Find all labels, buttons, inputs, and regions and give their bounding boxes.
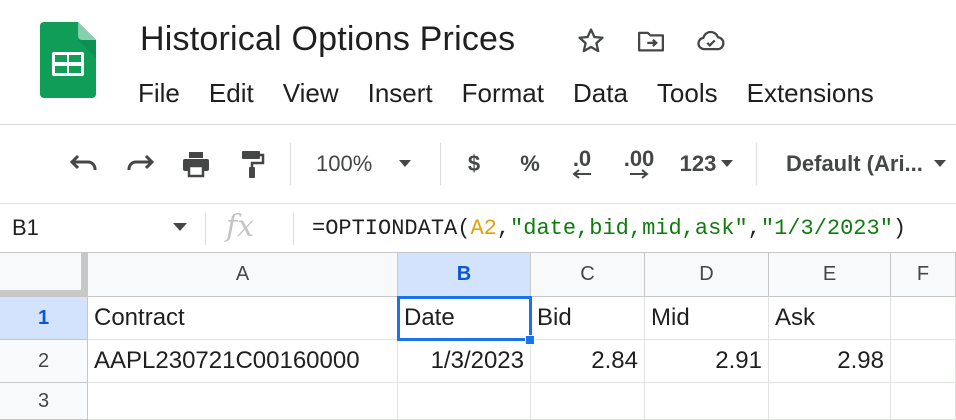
decrease-decimal-label: .0 — [572, 146, 592, 171]
row-header-2[interactable]: 2 — [0, 340, 88, 383]
increase-decimal-button[interactable]: .00 — [616, 145, 662, 183]
fx-icon: fx — [226, 209, 255, 244]
fill-handle[interactable] — [525, 335, 535, 345]
name-box[interactable]: B1 — [12, 215, 39, 241]
toolbar-divider — [290, 143, 291, 185]
font-family-value: Default (Ari... — [786, 151, 923, 176]
chevron-down-icon — [399, 160, 412, 167]
menu-edit[interactable]: Edit — [209, 76, 254, 111]
formula-cell-ref: A2 — [470, 216, 497, 241]
document-title[interactable]: Historical Options Prices — [140, 20, 515, 59]
cell-b3[interactable] — [398, 383, 531, 420]
sheets-logo-icon[interactable] — [40, 22, 96, 98]
formula-bar: B1 fx =OPTIONDATA(A2,"date,bid,mid,ask",… — [0, 203, 956, 253]
toolbar: 100% $ % .0 .00 123 Default (Ari... — [0, 125, 956, 203]
column-header-f[interactable]: F — [891, 253, 956, 297]
formula-bar-divider — [293, 213, 294, 245]
cell-f2[interactable] — [891, 340, 956, 383]
cell-c2[interactable]: 2.84 — [531, 340, 645, 383]
redo-icon[interactable] — [118, 145, 162, 183]
menu-insert[interactable]: Insert — [368, 76, 433, 111]
spreadsheet-grid: A B C D E F 1 2 3 Contract Date Bid Mid … — [0, 253, 956, 420]
chevron-down-icon[interactable] — [172, 222, 188, 232]
menu-data[interactable]: Data — [573, 76, 628, 111]
cell-c1[interactable]: Bid — [531, 297, 645, 340]
font-family-select[interactable]: Default (Ari... — [786, 145, 956, 183]
cell-a3[interactable] — [88, 383, 398, 420]
cell-f1[interactable] — [891, 297, 956, 340]
move-to-folder-icon[interactable] — [634, 24, 668, 58]
menu-view[interactable]: View — [283, 76, 339, 111]
column-header-b[interactable]: B — [398, 253, 531, 297]
cloud-saved-icon[interactable] — [694, 24, 728, 58]
cell-b1[interactable]: Date — [398, 297, 531, 340]
formula-suffix: ) — [892, 216, 907, 241]
star-icon[interactable] — [574, 24, 608, 58]
menu-file[interactable]: File — [138, 76, 180, 111]
row-header-1[interactable]: 1 — [0, 297, 88, 340]
formula-input[interactable]: =OPTIONDATA(A2,"date,bid,mid,ask","1/3/2… — [312, 216, 906, 241]
more-formats-button[interactable]: 123 — [674, 145, 740, 183]
menu-tools[interactable]: Tools — [657, 76, 718, 111]
column-header-a[interactable]: A — [88, 253, 398, 297]
more-formats-label: 123 — [679, 151, 717, 176]
currency-format-button[interactable]: $ — [458, 145, 490, 183]
toolbar-divider — [440, 143, 441, 185]
cell-f3[interactable] — [891, 383, 956, 420]
cell-e2[interactable]: 2.98 — [769, 340, 891, 383]
cell-b2[interactable]: 1/3/2023 — [398, 340, 531, 383]
column-header-e[interactable]: E — [769, 253, 891, 297]
column-header-d[interactable]: D — [645, 253, 769, 297]
cell-d3[interactable] — [645, 383, 769, 420]
chevron-down-icon — [721, 160, 734, 167]
cell-d2[interactable]: 2.91 — [645, 340, 769, 383]
header: Historical Options Prices File Edit View… — [0, 0, 956, 124]
formula-date-string: "1/3/2023" — [760, 216, 893, 241]
cell-a1[interactable]: Contract — [88, 297, 398, 340]
column-header-c[interactable]: C — [531, 253, 645, 297]
percent-format-button[interactable]: % — [514, 145, 546, 183]
cell-e1[interactable]: Ask — [769, 297, 891, 340]
undo-icon[interactable] — [62, 145, 106, 183]
arrow-right-icon — [630, 169, 649, 179]
zoom-select[interactable]: 100% — [316, 145, 424, 183]
chevron-down-icon — [933, 160, 946, 167]
formula-separator: , — [496, 216, 511, 241]
formula-separator: , — [747, 216, 761, 241]
select-all-corner[interactable] — [0, 253, 88, 297]
menu-format[interactable]: Format — [462, 76, 544, 111]
paint-format-icon[interactable] — [230, 145, 274, 183]
toolbar-divider — [756, 143, 757, 185]
formula-prefix: =OPTIONDATA( — [312, 216, 471, 241]
zoom-value: 100% — [316, 151, 373, 176]
freeze-row-handle[interactable] — [0, 290, 88, 296]
cell-d1[interactable]: Mid — [645, 297, 769, 340]
cell-a2[interactable]: AAPL230721C00160000 — [88, 340, 398, 383]
menu-extensions[interactable]: Extensions — [747, 76, 874, 111]
decrease-decimal-button[interactable]: .0 — [562, 145, 602, 183]
increase-decimal-label: .00 — [623, 146, 655, 171]
menu-bar: File Edit View Insert Format Data Tools … — [138, 76, 903, 111]
cell-c3[interactable] — [531, 383, 645, 420]
row-header-3[interactable]: 3 — [0, 383, 88, 420]
cell-e3[interactable] — [769, 383, 891, 420]
formula-bar-divider — [205, 213, 206, 245]
print-icon[interactable] — [174, 145, 218, 183]
formula-fields-string: "date,bid,mid,ask" — [510, 216, 748, 241]
arrow-left-icon — [572, 169, 591, 179]
